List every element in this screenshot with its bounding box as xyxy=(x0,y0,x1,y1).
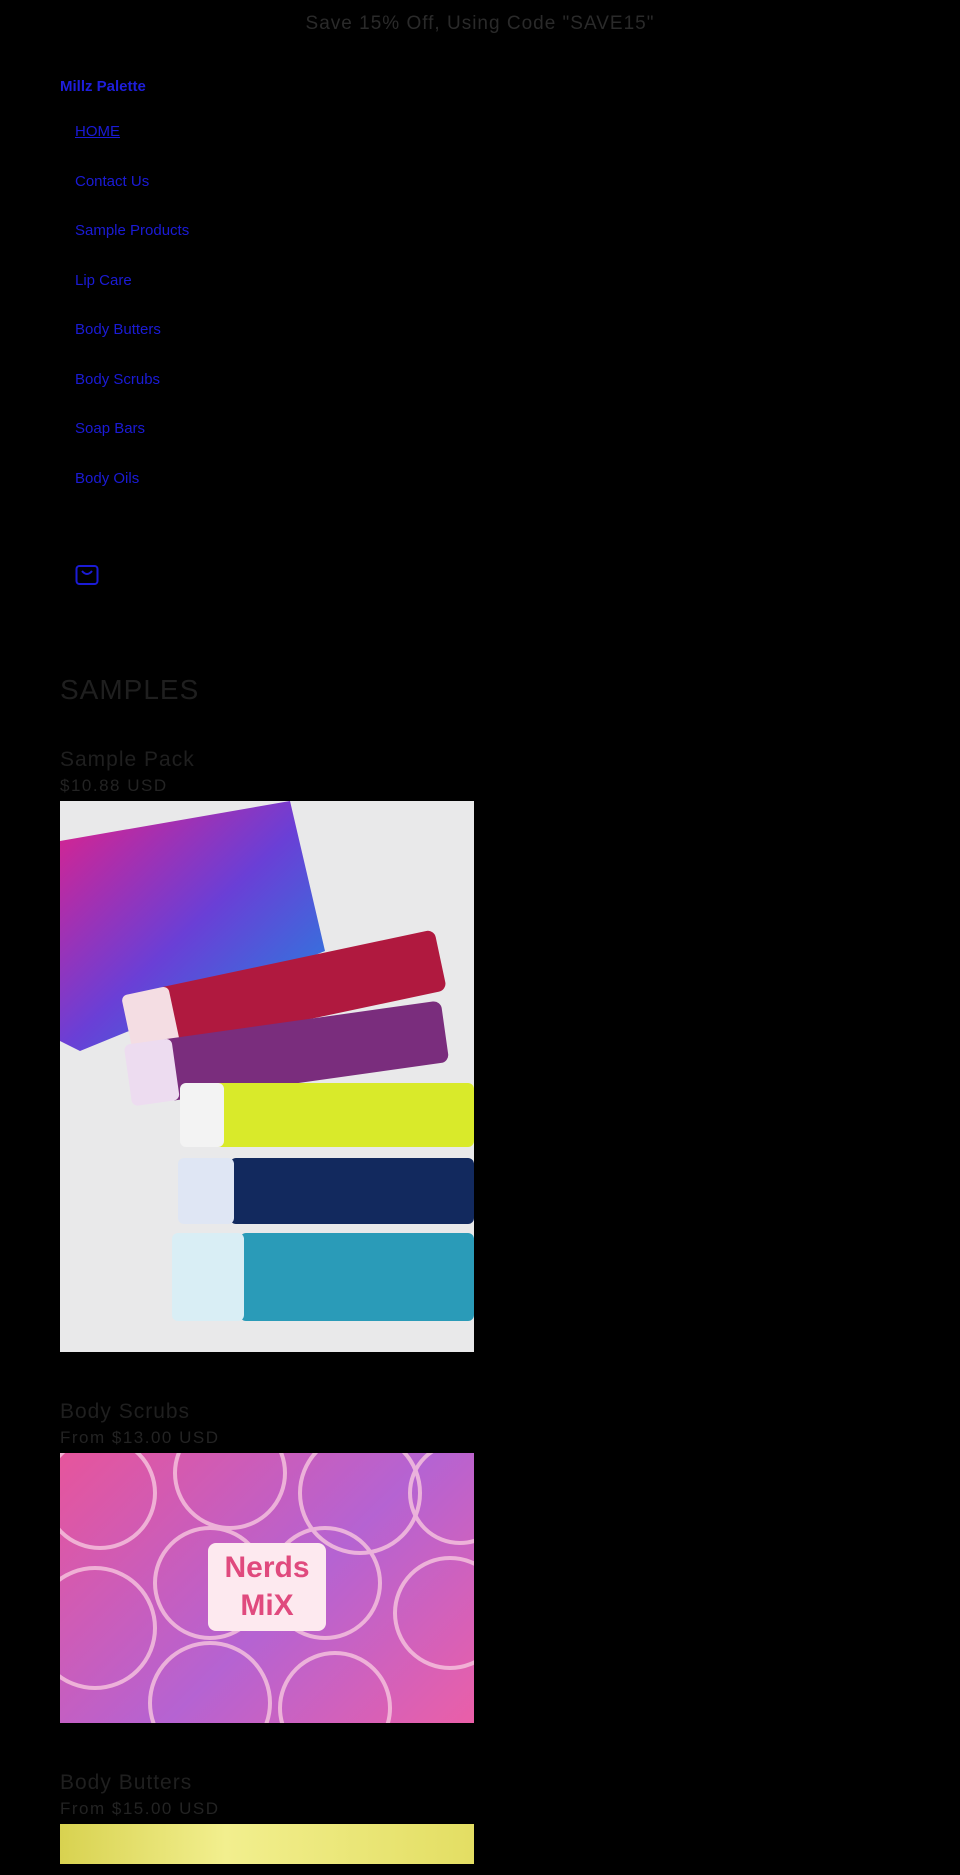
product-image[interactable] xyxy=(60,1824,474,1864)
collection-section: SAMPLES Sample Pack $10.88 USD Body Scru… xyxy=(0,674,960,1864)
product-title[interactable]: Sample Pack xyxy=(60,748,960,772)
collection-title: SAMPLES xyxy=(60,674,200,705)
product-price: From $13.00 USD xyxy=(60,1428,220,1447)
announcement-bar: Save 15% Off, Using Code "SAVE15" xyxy=(0,0,960,48)
nav-soap-bars[interactable]: Soap Bars xyxy=(75,420,145,437)
nav-body-butters[interactable]: Body Butters xyxy=(75,321,161,338)
announcement-text: Save 15% Off, Using Code "SAVE15" xyxy=(305,13,655,34)
product-image[interactable] xyxy=(60,801,474,1352)
nav-home[interactable]: HOME xyxy=(75,123,120,140)
product-card[interactable]: Body Butters From $15.00 USD xyxy=(60,1771,960,1864)
nav-sample-products[interactable]: Sample Products xyxy=(75,222,189,239)
product-image-label: Nerds MiX xyxy=(208,1543,326,1631)
cart-icon[interactable] xyxy=(74,561,100,587)
product-image[interactable]: Nerds MiX xyxy=(60,1453,474,1723)
main-nav: HOME Contact Us Sample Products Lip Care… xyxy=(60,107,960,503)
nav-body-oils[interactable]: Body Oils xyxy=(75,470,139,487)
nav-body-scrubs[interactable]: Body Scrubs xyxy=(75,371,160,388)
nav-lip-care[interactable]: Lip Care xyxy=(75,272,132,289)
product-title[interactable]: Body Scrubs xyxy=(60,1400,960,1424)
product-title[interactable]: Body Butters xyxy=(60,1771,960,1795)
product-price: $10.88 USD xyxy=(60,776,168,795)
nav-contact-us[interactable]: Contact Us xyxy=(75,173,149,190)
site-header: Millz Palette HOME Contact Us Sample Pro… xyxy=(0,48,960,592)
product-card[interactable]: Sample Pack $10.88 USD xyxy=(60,748,960,1352)
logo-link[interactable]: Millz Palette xyxy=(60,78,960,95)
product-card[interactable]: Body Scrubs From $13.00 USD Nerds MiX xyxy=(60,1400,960,1723)
product-price: From $15.00 USD xyxy=(60,1799,220,1818)
